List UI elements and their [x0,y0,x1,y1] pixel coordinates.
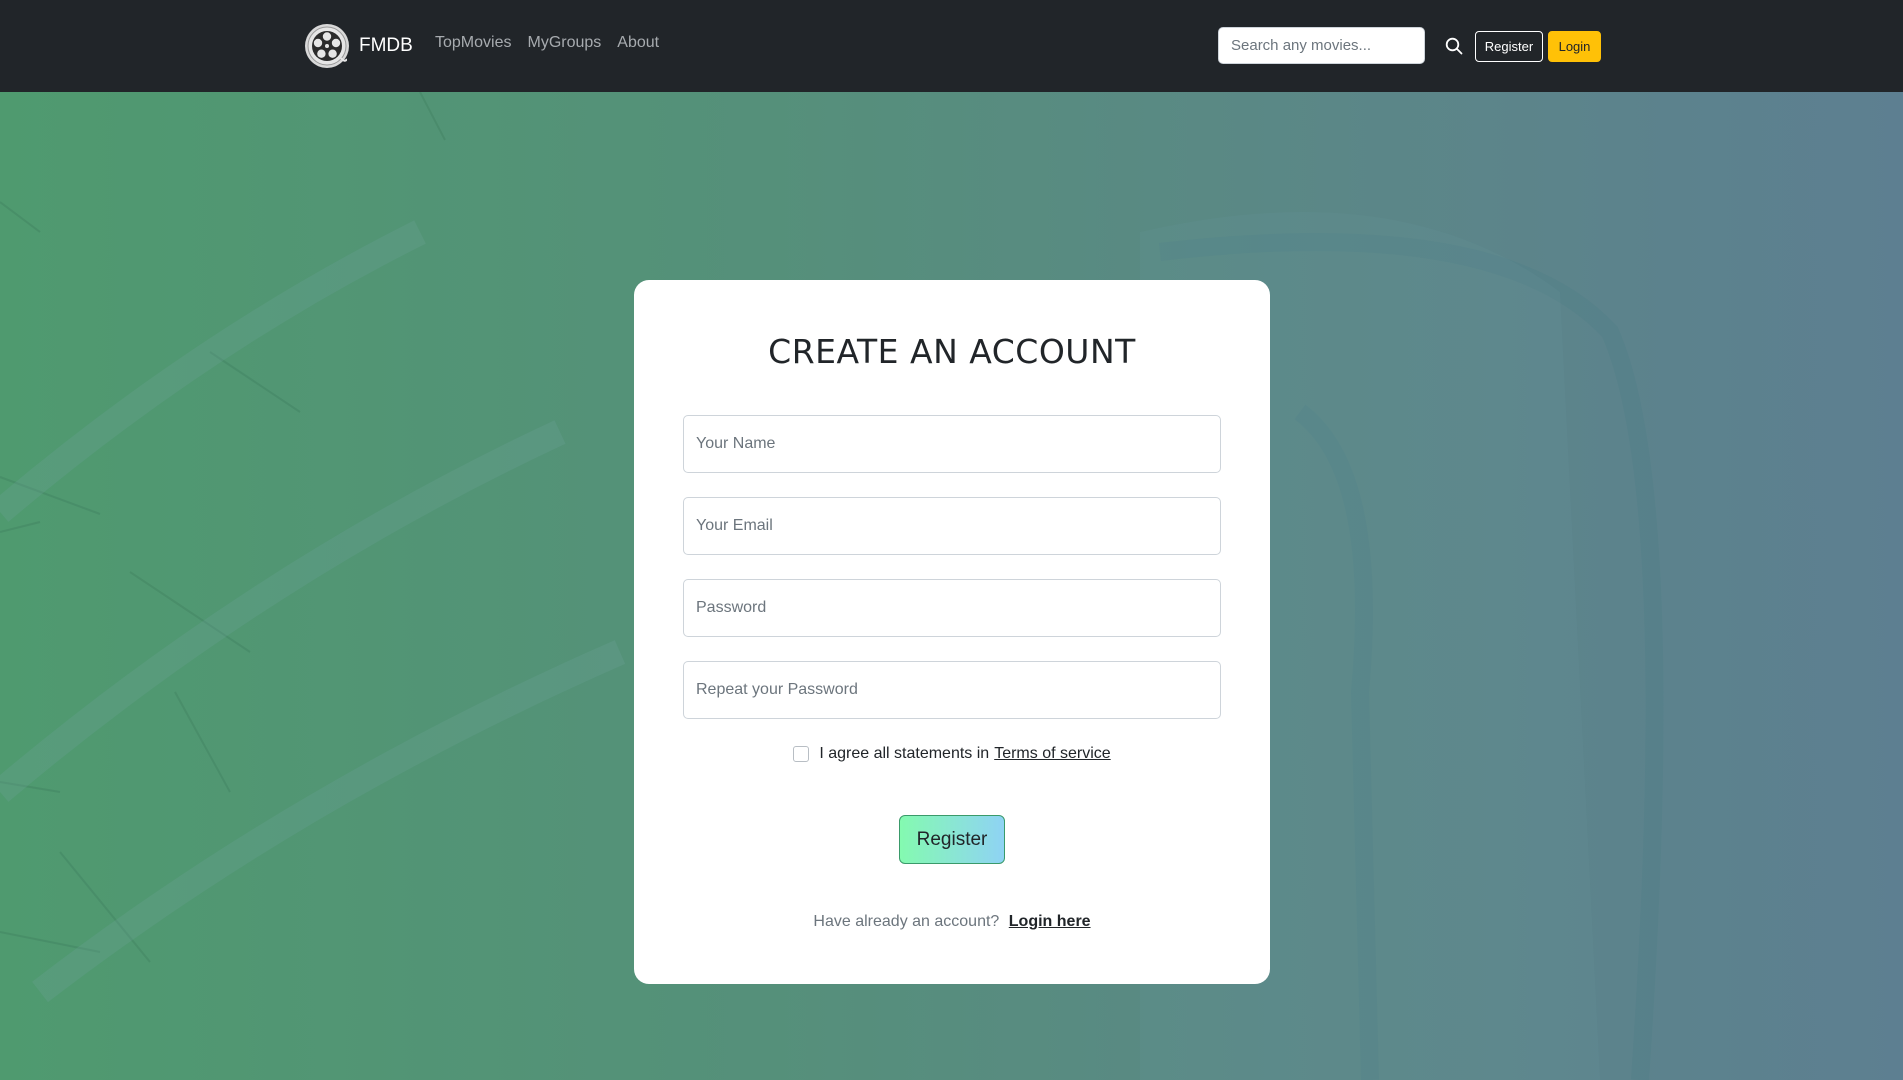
login-prompt: Have already an account? Login here [634,913,1270,931]
terms-agreement-text: I agree all statements in [819,745,990,762]
navbar: FMDB TopMovies MyGroups About Register L… [0,0,1903,92]
nav-login-button[interactable]: Login [1548,31,1601,62]
nav-links: TopMovies MyGroups About [435,34,659,52]
nav-link-topmovies[interactable]: TopMovies [435,34,511,52]
terms-checkbox[interactable] [793,746,810,762]
hero-background: CREATE AN ACCOUNT I agree all statements… [0,92,1903,1080]
terms-agreement: I agree all statements in Terms of servi… [634,745,1270,763]
email-field[interactable] [683,497,1221,555]
password-field[interactable] [683,579,1221,637]
film-reel-icon [305,24,349,68]
nav-register-button[interactable]: Register [1475,31,1543,62]
register-card: CREATE AN ACCOUNT I agree all statements… [634,280,1270,984]
nav-link-about[interactable]: About [617,34,659,52]
brand-link[interactable]: FMDB [305,22,413,70]
search-input[interactable] [1218,27,1425,64]
name-field[interactable] [683,415,1221,473]
search-button[interactable] [1440,32,1468,60]
login-here-link[interactable]: Login here [1009,913,1091,930]
repeat-password-field[interactable] [683,661,1221,719]
register-submit-button[interactable]: Register [899,815,1005,864]
login-prompt-text: Have already an account? [813,913,1000,930]
search-icon [1445,37,1463,55]
nav-link-mygroups[interactable]: MyGroups [527,34,601,52]
page-title: CREATE AN ACCOUNT [768,332,1136,371]
terms-of-service-link[interactable]: Terms of service [994,745,1110,763]
brand-name: FMDB [359,35,413,56]
